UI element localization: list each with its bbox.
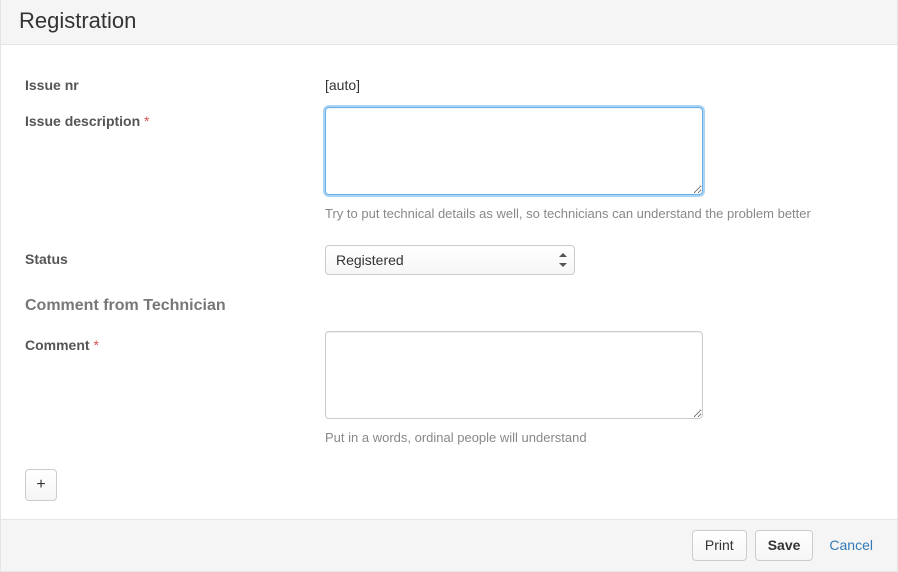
label-issue-description: Issue description * bbox=[25, 107, 325, 129]
label-comment: Comment * bbox=[25, 331, 325, 353]
help-issue-description: Try to put technical details as well, so… bbox=[325, 206, 873, 221]
label-text-issue-description: Issue description bbox=[25, 113, 140, 129]
status-select[interactable]: Registered bbox=[325, 245, 575, 275]
form-header: Registration bbox=[1, 0, 897, 45]
form-body: Issue nr [auto] Issue description * Try … bbox=[1, 45, 897, 519]
comment-input[interactable] bbox=[325, 331, 703, 419]
row-status: Status Registered bbox=[25, 245, 873, 275]
form-footer: Print Save Cancel bbox=[1, 519, 897, 571]
issue-description-input[interactable] bbox=[325, 107, 703, 195]
value-issue-nr: [auto] bbox=[325, 71, 873, 93]
row-issue-description: Issue description * Try to put technical… bbox=[25, 107, 873, 239]
print-button[interactable]: Print bbox=[692, 530, 747, 561]
section-comment-technician: Comment from Technician bbox=[25, 297, 873, 315]
cancel-link[interactable]: Cancel bbox=[821, 531, 881, 559]
add-button[interactable]: + bbox=[25, 469, 57, 501]
save-button[interactable]: Save bbox=[755, 530, 814, 561]
row-issue-nr: Issue nr [auto] bbox=[25, 71, 873, 93]
label-issue-nr: Issue nr bbox=[25, 71, 325, 93]
page-title: Registration bbox=[19, 8, 879, 34]
required-marker: * bbox=[93, 337, 98, 353]
label-text-comment: Comment bbox=[25, 337, 90, 353]
label-status: Status bbox=[25, 245, 325, 267]
help-comment: Put in a words, ordinal people will unde… bbox=[325, 430, 873, 445]
row-comment: Comment * Put in a words, ordinal people… bbox=[25, 331, 873, 463]
required-marker: * bbox=[144, 113, 149, 129]
